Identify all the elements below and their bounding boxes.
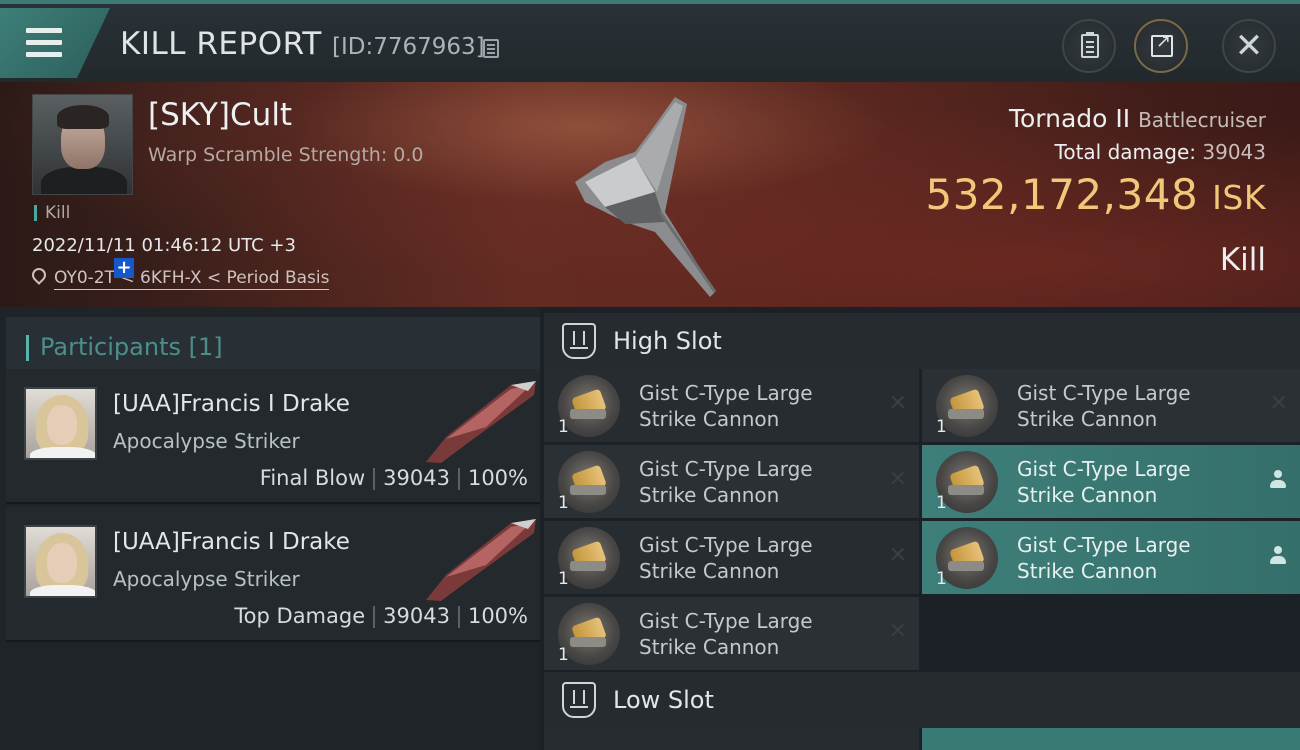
- module-qty: 1: [558, 569, 569, 589]
- low-slot-title: Low Slot: [613, 686, 714, 714]
- participant-damage: 39043: [383, 604, 450, 628]
- kill-banner: [SKY]Cult Warp Scramble Strength: 0.0 Ki…: [0, 82, 1300, 307]
- module-name: Gist C-Type Large Strike Cannon: [1017, 457, 1191, 507]
- module-item[interactable]: [544, 728, 919, 750]
- participant-name: [UAA]Francis I Drake: [113, 529, 350, 555]
- participants-title: Participants [1]: [40, 333, 223, 361]
- participants-header[interactable]: Participants [1]: [6, 317, 540, 373]
- module-item[interactable]: 1 Gist C-Type Large Strike Cannon: [922, 445, 1300, 518]
- destroyed-icon: ✕: [888, 619, 907, 644]
- total-damage-value: 39043: [1202, 140, 1266, 164]
- ship-name: Tornado II: [1008, 104, 1131, 133]
- module-item[interactable]: [922, 728, 1300, 750]
- copy-icon[interactable]: [483, 39, 499, 58]
- low-slot-header: Low Slot: [544, 672, 1300, 728]
- victim-avatar[interactable]: [32, 94, 133, 195]
- total-damage: Total damage: 39043: [1055, 140, 1266, 164]
- destroyed-icon: ✕: [888, 391, 907, 416]
- module-qty: 1: [936, 493, 947, 513]
- participant-damage: 39043: [383, 466, 450, 490]
- victim-ship-image: [575, 97, 717, 297]
- warp-scramble-text: Warp Scramble Strength: 0.0: [148, 144, 424, 166]
- destroyed-icon: ✕: [888, 467, 907, 492]
- close-button[interactable]: ✕: [1222, 19, 1276, 73]
- module-name: Gist C-Type Large Strike Cannon: [639, 381, 813, 431]
- participant-avatar[interactable]: [24, 525, 97, 598]
- module-item[interactable]: 1 Gist C-Type Large Strike Cannon ✕: [544, 597, 919, 670]
- clipboard-button[interactable]: [1062, 19, 1116, 73]
- module-item[interactable]: 1 Gist C-Type Large Strike Cannon ✕: [544, 369, 919, 442]
- low-slot-icon: [562, 682, 596, 718]
- participant-stats: Top Damage 39043 100%: [234, 604, 528, 628]
- module-qty: 1: [558, 417, 569, 437]
- module-name: Gist C-Type Large Strike Cannon: [639, 457, 813, 507]
- high-slot-header: High Slot: [544, 313, 1300, 369]
- participant-stats: Final Blow 39043 100%: [260, 466, 528, 490]
- module-qty: 1: [558, 645, 569, 665]
- participant-role: Final Blow: [259, 466, 366, 490]
- participant-percent: 100%: [467, 604, 528, 628]
- module-qty: 1: [936, 417, 947, 437]
- participant-ship-image: [426, 519, 536, 601]
- participant-role: Top Damage: [234, 604, 366, 628]
- close-icon: ✕: [1234, 26, 1264, 66]
- ship-class: Battlecruiser: [1138, 108, 1266, 132]
- participant-ship: Apocalypse Striker: [113, 567, 300, 591]
- module-item[interactable]: 1 Gist C-Type Large Strike Cannon ✕: [922, 369, 1300, 442]
- destroyed-icon: ✕: [1269, 391, 1288, 416]
- victim-ship: Tornado II Battlecruiser: [1009, 104, 1266, 133]
- person-icon: [1270, 470, 1286, 490]
- share-icon: [1151, 31, 1173, 57]
- participant-card[interactable]: [UAA]Francis I Drake Apocalypse Striker …: [6, 507, 540, 642]
- participant-name: [UAA]Francis I Drake: [113, 391, 350, 417]
- isk-value: 532,172,348 ISK: [925, 170, 1266, 219]
- location-link[interactable]: OY0-2T < 6KFH-X < Period Basis: [54, 268, 330, 290]
- result-label: Kill: [1219, 242, 1266, 278]
- hamburger-icon: [26, 28, 62, 58]
- module-item[interactable]: 1 Gist C-Type Large Strike Cannon ✕: [544, 445, 919, 518]
- destroyed-icon: ✕: [888, 543, 907, 568]
- participants-panel: Participants [1] [UAA]Francis I Drake Ap…: [0, 307, 540, 750]
- isk-amount: 532,172,348: [925, 170, 1199, 219]
- menu-button[interactable]: [0, 8, 110, 78]
- kill-tag: Kill: [34, 205, 70, 222]
- participant-avatar[interactable]: [24, 387, 97, 460]
- plus-icon[interactable]: +: [114, 258, 134, 278]
- module-qty: 1: [936, 569, 947, 589]
- page-title: KILL REPORT: [120, 26, 322, 62]
- participant-percent: 100%: [467, 466, 528, 490]
- module-qty: 1: [558, 493, 569, 513]
- total-damage-label: Total damage:: [1054, 140, 1197, 164]
- report-id: [ID:7767963]: [332, 34, 485, 60]
- participant-ship-image: [426, 381, 536, 463]
- module-item[interactable]: 1 Gist C-Type Large Strike Cannon ✕: [544, 521, 919, 594]
- victim-name[interactable]: [SKY]Cult: [148, 97, 292, 133]
- isk-unit: ISK: [1212, 178, 1266, 217]
- module-name: Gist C-Type Large Strike Cannon: [639, 533, 813, 583]
- participant-ship: Apocalypse Striker: [113, 429, 300, 453]
- module-name: Gist C-Type Large Strike Cannon: [639, 609, 813, 659]
- location-pin-icon: [29, 265, 49, 285]
- module-name: Gist C-Type Large Strike Cannon: [1017, 381, 1191, 431]
- person-icon: [1270, 546, 1286, 566]
- module-name: Gist C-Type Large Strike Cannon: [1017, 533, 1191, 583]
- high-slot-icon: [562, 323, 596, 359]
- clipboard-icon: [1081, 32, 1099, 58]
- kill-timestamp: 2022/11/11 01:46:12 UTC +3: [32, 235, 296, 256]
- header-bar: KILL REPORT [ID:7767963] ✕: [0, 0, 1300, 82]
- high-slot-title: High Slot: [613, 327, 722, 355]
- participant-card[interactable]: [UAA]Francis I Drake Apocalypse Striker …: [6, 369, 540, 504]
- share-button[interactable]: [1134, 19, 1188, 73]
- module-item[interactable]: 1 Gist C-Type Large Strike Cannon: [922, 521, 1300, 594]
